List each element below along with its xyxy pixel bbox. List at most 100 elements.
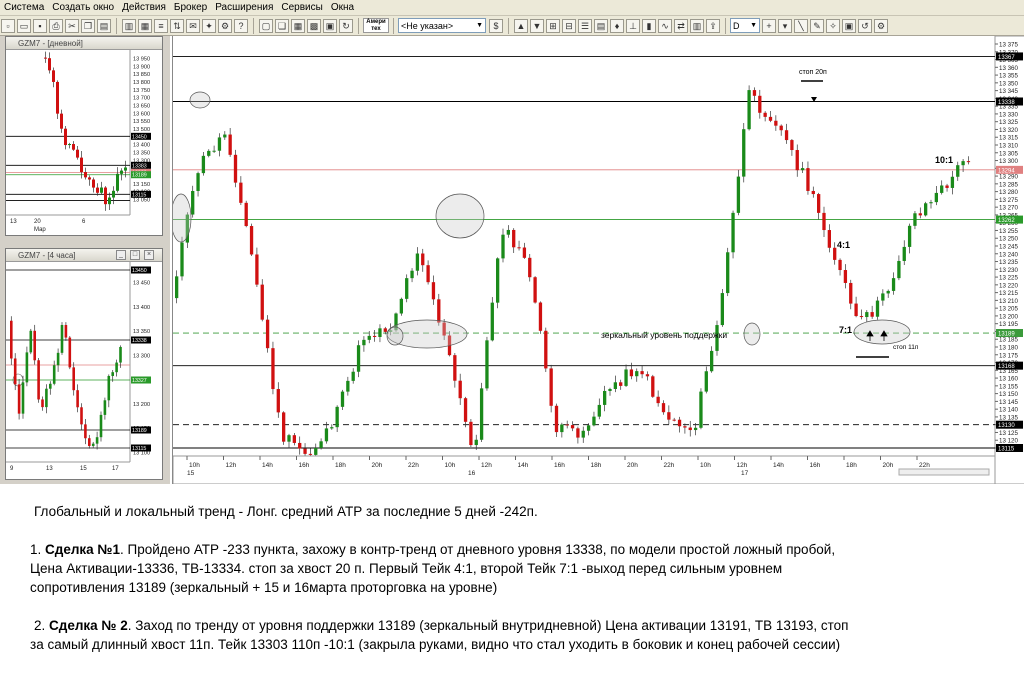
chart-icon[interactable]: ▥ — [122, 18, 136, 33]
chevron-down-icon: ▼ — [750, 22, 757, 29]
position-icon[interactable]: ☰ — [578, 18, 592, 33]
paste-icon[interactable]: ▤ — [97, 18, 111, 33]
trades-icon[interactable]: ⇅ — [170, 18, 184, 33]
main-candle — [405, 278, 409, 299]
highlight-ellipse — [743, 322, 761, 346]
menu-item-actions[interactable]: Действия — [118, 2, 170, 13]
pencil-icon[interactable]: ✎ — [810, 18, 824, 33]
main-chart-window[interactable]: 13 37513 37013 36513 36013 35513 35013 3… — [170, 35, 1024, 485]
time-tick-label: 18h — [846, 462, 857, 469]
period-select[interactable]: D ▼ — [730, 18, 760, 33]
main-candle — [677, 419, 682, 427]
mini2-candle — [60, 325, 64, 353]
price-tick-label: 13 350 — [999, 80, 1018, 87]
star-icon[interactable]: ✧ — [826, 18, 840, 33]
indicator-icon[interactable]: ∿ — [658, 18, 672, 33]
layout-icon[interactable]: ▣ — [323, 18, 337, 33]
cut-icon[interactable]: ✂ — [65, 18, 79, 33]
menu-item-new-window[interactable]: Создать окно — [48, 2, 118, 13]
level-icon[interactable]: ⊥ — [626, 18, 640, 33]
menu-item-windows[interactable]: Окна — [327, 2, 358, 13]
new-file-icon[interactable]: ▫ — [1, 18, 15, 33]
depth-icon[interactable]: ▤ — [594, 18, 608, 33]
separator — [393, 17, 394, 34]
plot-area — [173, 36, 995, 456]
main-candle — [592, 416, 596, 426]
grid-icon[interactable]: ▩ — [307, 18, 321, 33]
minimize-icon[interactable]: _ — [116, 250, 126, 260]
deal1-line-a: 1. Сделка №1. Пройдено АТР -233 пункта, … — [30, 540, 835, 559]
main-candle — [720, 293, 724, 326]
deal1-text-a: . Пройдено АТР -233 пункта, захожу в кон… — [120, 542, 836, 557]
ratio-7-1-label: 7:1 — [839, 325, 852, 335]
sell-icon[interactable]: ▼ — [530, 18, 544, 33]
undo-icon[interactable]: ↺ — [858, 18, 872, 33]
menu-item-extensions[interactable]: Расширения — [211, 2, 277, 13]
mini2-candle — [115, 362, 118, 373]
main-candle — [223, 134, 227, 138]
annotation-stop11: стоп 11п — [893, 344, 919, 351]
account-info-icon[interactable]: $ — [489, 18, 503, 33]
chevron-down-icon: ▼ — [476, 22, 483, 29]
h4-chart-window[interactable]: GZM7 - [4 часа] _ □ × 13 450 13 400 13 350… — [5, 248, 163, 480]
highlight-ellipse — [435, 193, 485, 239]
export-icon[interactable]: ⇪ — [706, 18, 720, 33]
mirror-level-label: зеркальный уровень поддержки — [601, 330, 727, 340]
main-candle — [399, 298, 403, 314]
close-icon[interactable]: × — [144, 250, 154, 260]
help-icon[interactable]: ? — [234, 18, 248, 33]
news-icon[interactable]: ✉ — [186, 18, 200, 33]
main-candle — [817, 194, 821, 213]
refresh-icon[interactable]: ↻ — [339, 18, 353, 33]
main-candle — [292, 435, 296, 443]
menu-item-system[interactable]: Система — [0, 2, 48, 13]
maximize-icon[interactable]: □ — [130, 250, 140, 260]
main-candle — [731, 212, 735, 253]
dropdown-icon[interactable]: ▾ — [778, 18, 792, 33]
tick-icon[interactable]: ♦ — [610, 18, 624, 33]
window-icon[interactable]: ▢ — [259, 18, 273, 33]
main-candle — [736, 176, 741, 213]
print-icon[interactable]: ⎙ — [49, 18, 63, 33]
price-tick-label: 13 285 — [999, 181, 1018, 188]
main-candle — [233, 154, 238, 183]
daily-chart-window[interactable]: GZM7 - [дневной] 13 950 13 900 13 850 13 80… — [5, 36, 163, 236]
cancel-order-icon[interactable]: ⊟ — [562, 18, 576, 33]
gear-icon[interactable]: ⚙ — [874, 18, 888, 33]
compare-icon[interactable]: ⇄ — [674, 18, 688, 33]
cascade-icon[interactable]: ❏ — [275, 18, 289, 33]
tile-icon[interactable]: ▦ — [291, 18, 305, 33]
save-icon[interactable]: ▪ — [33, 18, 47, 33]
main-candle — [843, 270, 848, 283]
draw-line-icon[interactable]: ╲ — [794, 18, 808, 33]
time-tick-label: 12h — [737, 462, 748, 469]
main-candle — [453, 355, 457, 381]
level-tag-label: 13367 — [998, 55, 1015, 61]
highlight-ellipse — [386, 326, 404, 346]
time-tick-label: 18h — [335, 462, 346, 469]
order-icon[interactable]: ⊞ — [546, 18, 560, 33]
image-icon[interactable]: ▣ — [842, 18, 856, 33]
table-icon[interactable]: ▦ — [138, 18, 152, 33]
settings-icon[interactable]: ⚙ — [218, 18, 232, 33]
volume-icon[interactable]: ▮ — [642, 18, 656, 33]
level-tag-label: 13115 — [998, 447, 1015, 453]
menu-item-broker[interactable]: Брокер — [170, 2, 211, 13]
account-select[interactable]: <Не указан> ▼ — [398, 18, 486, 33]
buy-icon[interactable]: ▲ — [514, 18, 528, 33]
orders-icon[interactable]: ≡ — [154, 18, 168, 33]
time-tick-label: 22h — [919, 462, 930, 469]
copy-icon[interactable]: ❐ — [81, 18, 95, 33]
mini1-candle — [112, 190, 115, 198]
menu-item-services[interactable]: Сервисы — [277, 2, 326, 13]
main-candle — [549, 368, 553, 406]
mini2-price-label: 13 300 — [133, 353, 150, 359]
open-icon[interactable]: ▭ — [17, 18, 31, 33]
price-tick-label: 13 125 — [999, 430, 1018, 437]
main-candle — [426, 265, 430, 283]
alert-icon[interactable]: ✦ — [202, 18, 216, 33]
add-icon[interactable]: + — [762, 18, 776, 33]
time-tick-label: 14h — [262, 462, 273, 469]
template-icon[interactable]: ▥ — [690, 18, 704, 33]
main-candle — [827, 230, 831, 248]
